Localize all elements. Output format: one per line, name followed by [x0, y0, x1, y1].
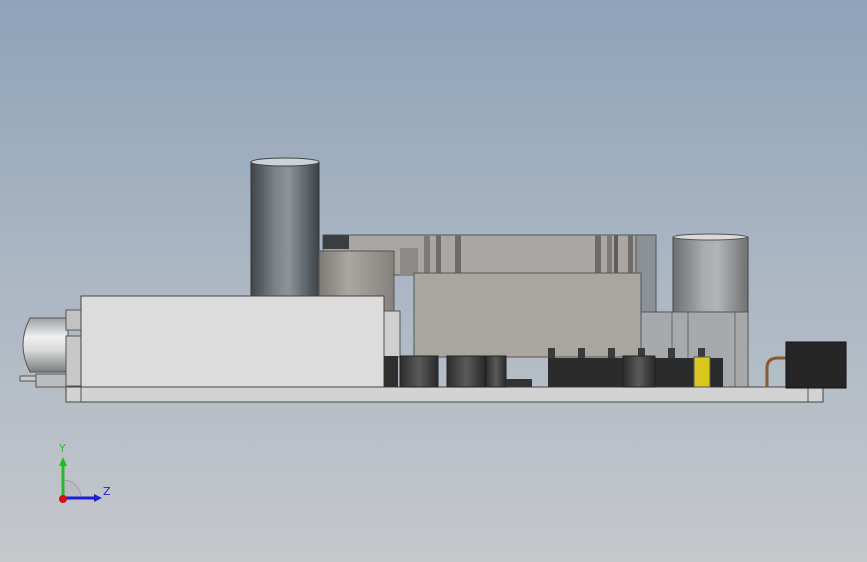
right-capacitor[interactable] — [672, 233, 749, 314]
graphics-viewport[interactable]: Y Z — [0, 0, 867, 562]
copper-wire — [765, 356, 786, 387]
z-axis-label: Z — [103, 485, 111, 498]
pcb-board[interactable] — [65, 386, 824, 403]
y-axis-label: Y — [59, 442, 66, 455]
rca-jack[interactable] — [19, 309, 83, 388]
pcb-assembly-model[interactable] — [0, 0, 867, 562]
tall-electrolytic-capacitor[interactable] — [250, 157, 320, 299]
front-module-box[interactable] — [80, 295, 401, 388]
right-black-connector[interactable] — [785, 341, 847, 389]
relay-block[interactable] — [413, 272, 642, 358]
yellow-led[interactable] — [693, 356, 711, 388]
dark-components[interactable] — [384, 355, 532, 388]
